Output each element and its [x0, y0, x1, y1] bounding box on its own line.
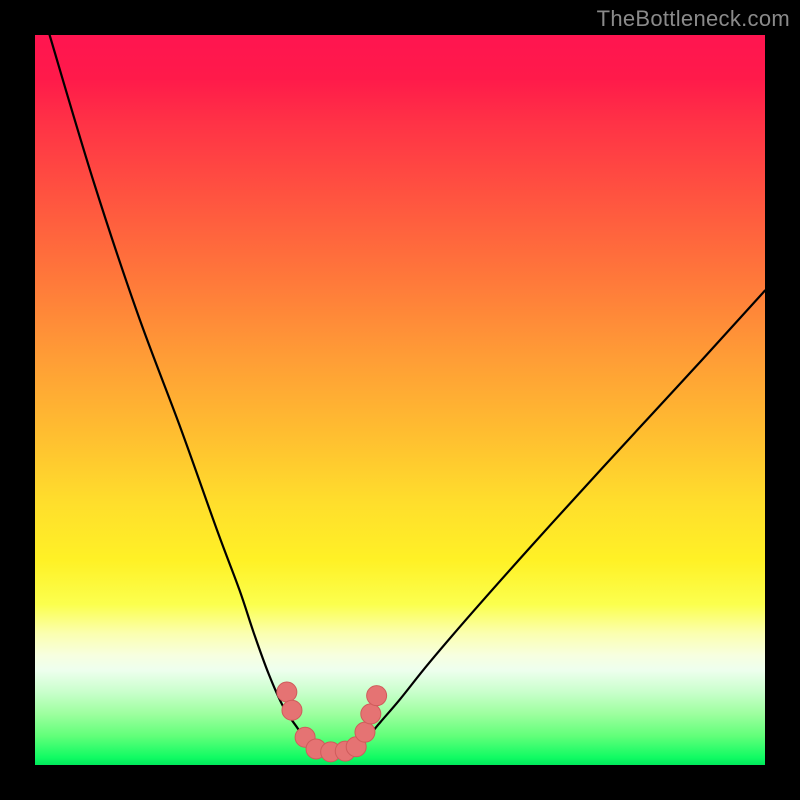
data-marker	[361, 704, 381, 724]
chart-frame: TheBottleneck.com	[0, 0, 800, 800]
chart-svg	[35, 35, 765, 765]
data-marker	[277, 682, 297, 702]
data-marker	[282, 700, 302, 720]
data-marker	[355, 722, 375, 742]
curve-right-branch	[356, 291, 765, 751]
watermark-text: TheBottleneck.com	[597, 6, 790, 32]
curve-left-branch	[50, 35, 316, 750]
chart-plot-area	[35, 35, 765, 765]
data-marker	[367, 686, 387, 706]
